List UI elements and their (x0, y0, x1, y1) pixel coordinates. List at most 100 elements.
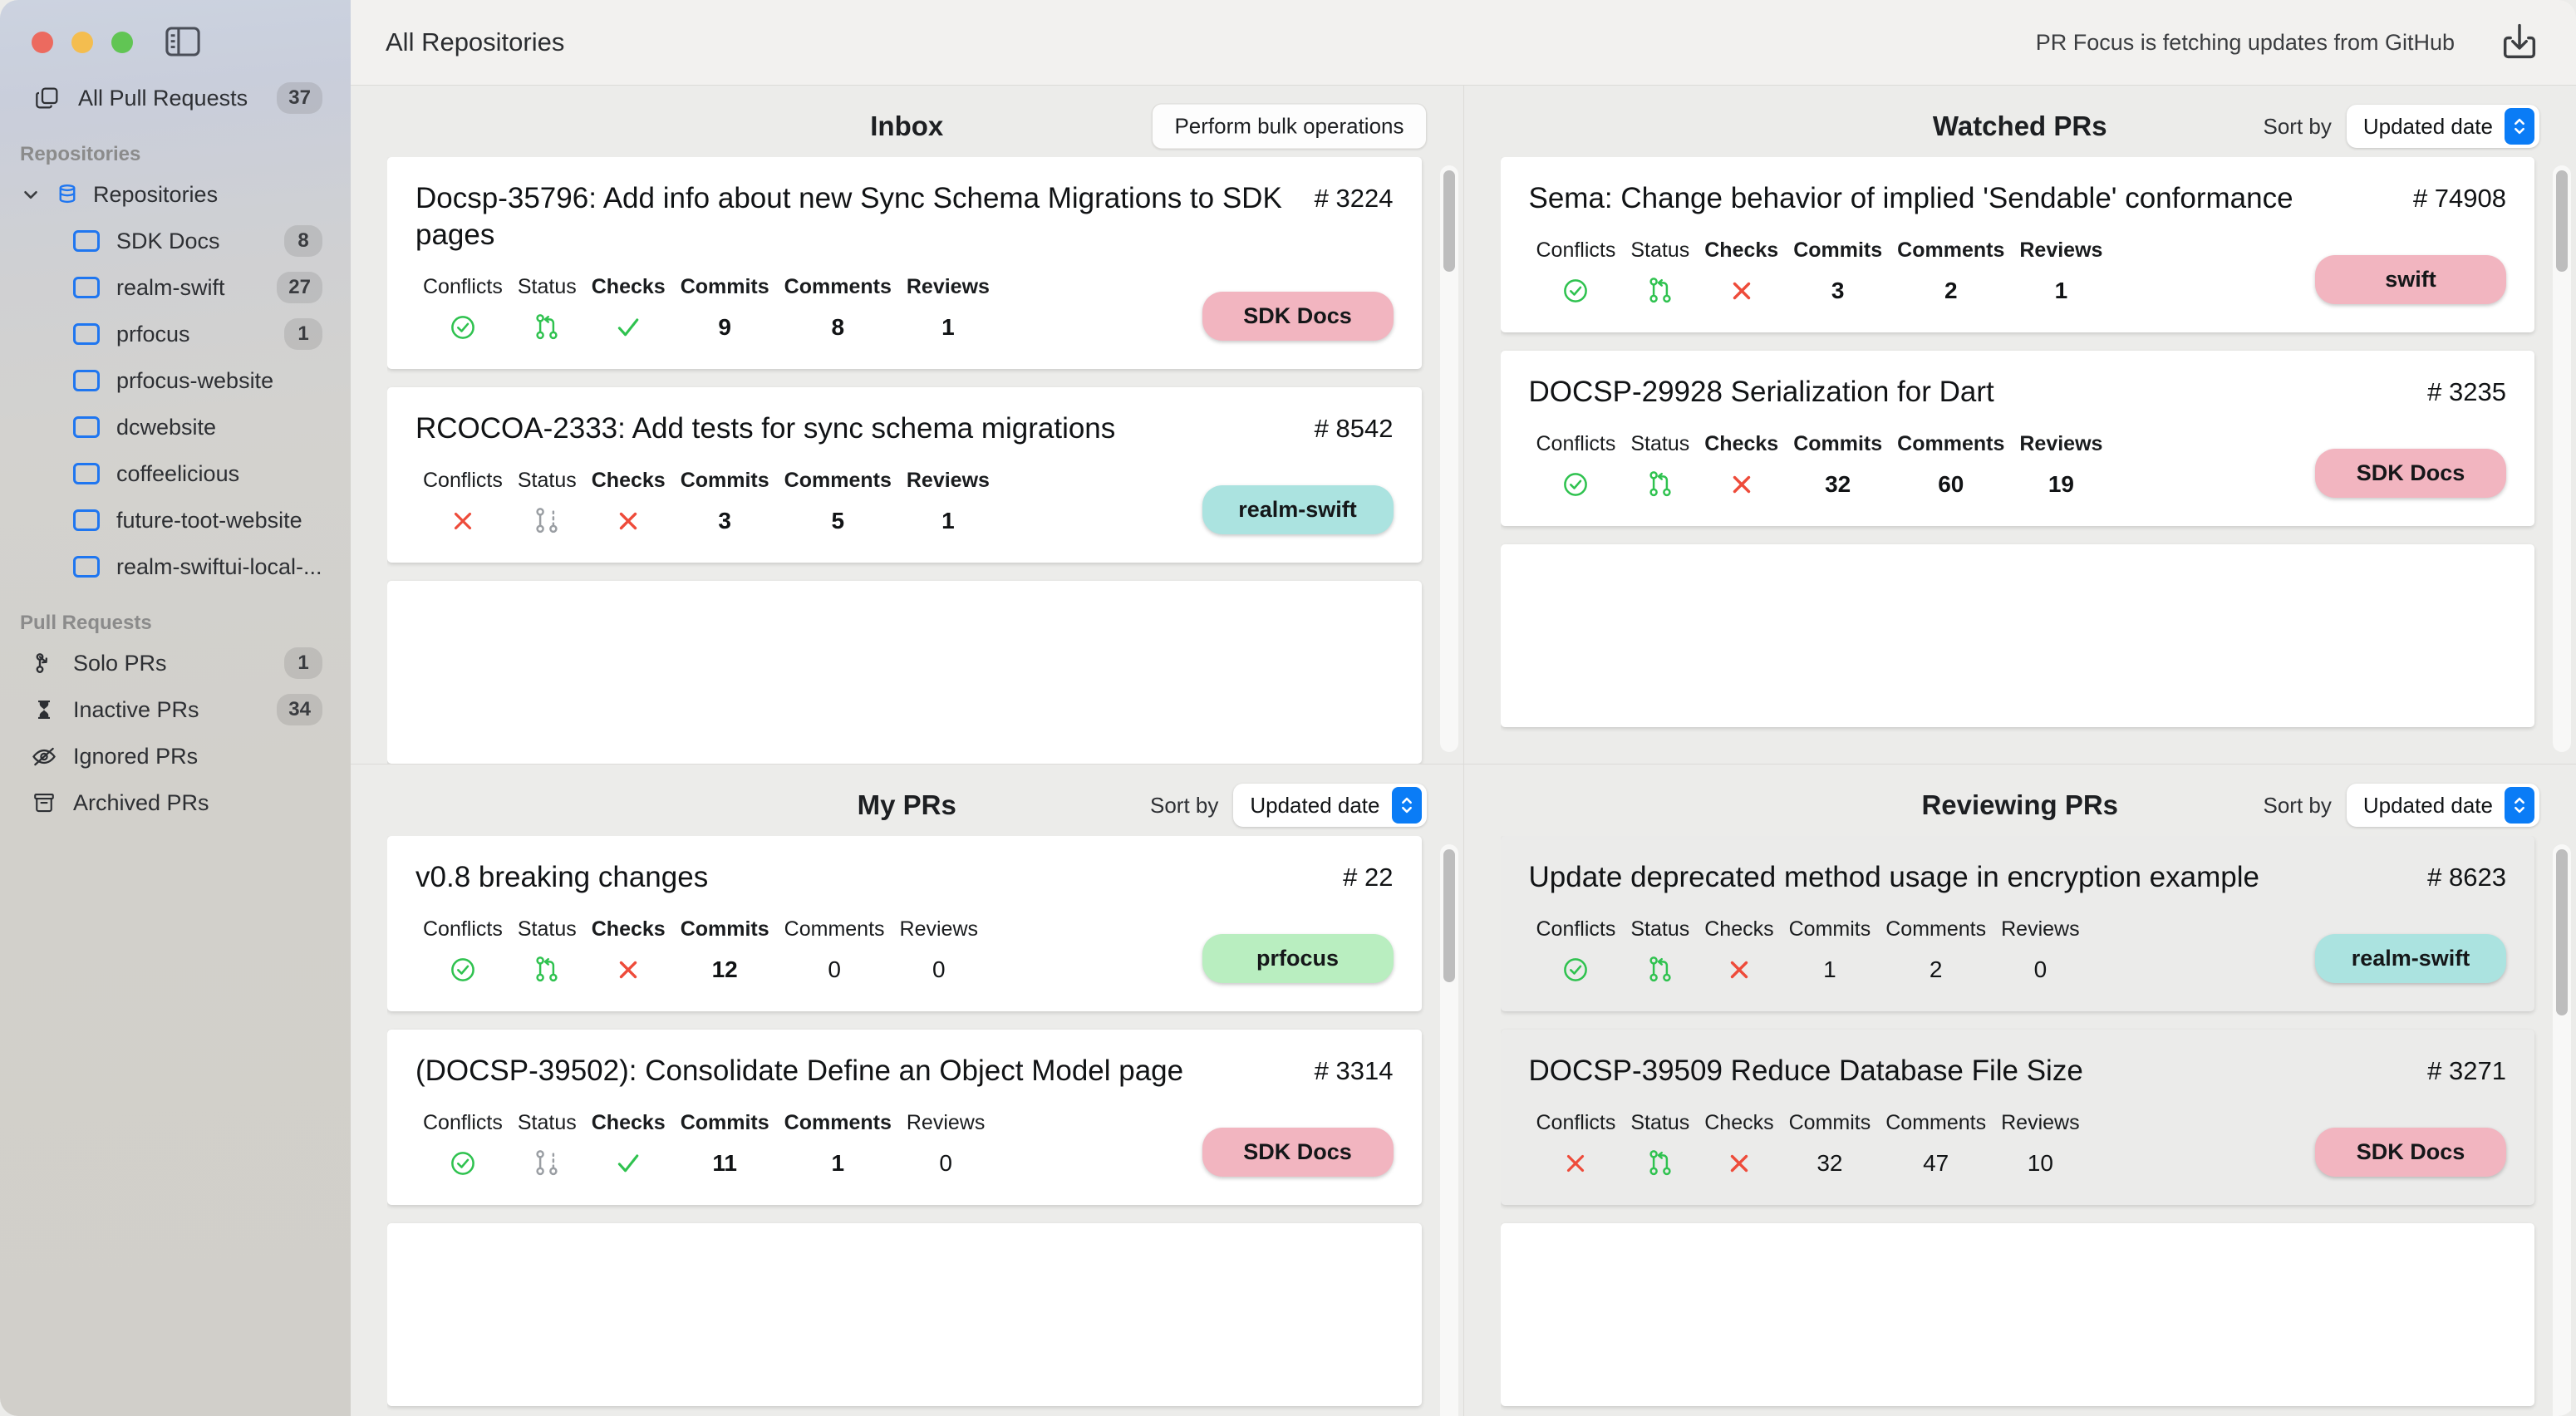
metric-checks: Checks (1697, 917, 1781, 986)
panel-reviewing-list: Update deprecated method usage in encryp… (1464, 836, 2576, 1416)
reviewing-sort-select[interactable]: Updated date (2346, 784, 2539, 828)
panel-reviewing-title: Reviewing PRs (1921, 789, 2119, 821)
metric-status: Status (510, 1111, 584, 1180)
repo-badge[interactable]: SDK Docs (1202, 1128, 1394, 1178)
pr-card[interactable]: DOCSP-29928 Serialization for Dart # 3235… (1500, 351, 2534, 527)
pr-card[interactable]: Sema: Change behavior of implied 'Sendab… (1500, 157, 2534, 333)
pr-number: # 8542 (1314, 414, 1394, 444)
metric-label-comments: Comments (1885, 917, 1987, 942)
sidebar-repo-item[interactable]: coffeelicious (0, 450, 351, 497)
git-branch-icon (30, 649, 58, 677)
pr-card-footer: Conflicts Status Checks Commits 12 Comments 0 R… (415, 917, 1394, 986)
repo-checkbox[interactable] (73, 556, 100, 578)
reviewing-card-scroller[interactable]: Update deprecated method usage in encryp… (1500, 836, 2540, 1416)
sidebar-repo-item[interactable]: prfocus-website (0, 357, 351, 404)
metric-reviews: Reviews 1 (899, 469, 997, 538)
metric-label-status: Status (1630, 238, 1690, 263)
metric-label-checks: Checks (591, 1111, 666, 1135)
pr-state-icon (532, 1147, 562, 1180)
pr-card[interactable]: Update deprecated method usage in encryp… (1500, 836, 2534, 1012)
repo-badge[interactable]: prfocus (1202, 934, 1394, 984)
sidebar-pr-filter-item[interactable]: Solo PRs 1 (0, 640, 351, 686)
metric-status: Status (1623, 238, 1697, 307)
repo-checkbox[interactable] (73, 230, 100, 252)
minimize-window-button[interactable] (71, 32, 93, 53)
repo-checkbox[interactable] (73, 370, 100, 391)
metric-value-commits: 32 (1816, 1150, 1843, 1177)
inbox-scrollbar[interactable] (1439, 165, 1458, 753)
pr-card-partial[interactable] (387, 581, 1422, 765)
pr-card[interactable]: RCOCOA-2333: Add tests for sync schema m… (387, 387, 1422, 563)
metric-conflicts: Conflicts (1529, 432, 1624, 501)
sidebar-toggle-icon[interactable] (165, 25, 201, 58)
pr-card-partial[interactable] (1500, 544, 2534, 728)
my-prs-scrollbar[interactable] (1439, 844, 1458, 1416)
panel-inbox: Inbox Perform bulk operations Docsp-3579… (351, 86, 1464, 765)
my-prs-sort-select[interactable]: Updated date (1233, 784, 1427, 828)
pr-card[interactable]: v0.8 breaking changes # 22 Conflicts Status… (387, 836, 1422, 1012)
watched-sort-select[interactable]: Updated date (2346, 105, 2539, 148)
repo-badge[interactable]: swift (2315, 255, 2506, 305)
repo-checkbox[interactable] (73, 323, 100, 345)
repo-badge[interactable]: SDK Docs (2315, 1128, 2506, 1178)
perform-bulk-operations-button[interactable]: Perform bulk operations (1152, 103, 1427, 150)
reviewing-scrollbar[interactable] (2553, 844, 2571, 1416)
download-icon[interactable] (2498, 21, 2541, 64)
metric-commits: Commits 32 (1786, 432, 1890, 501)
pr-card[interactable]: (DOCSP-39502): Consolidate Define an Obj… (387, 1030, 1422, 1206)
sidebar-pr-filter-item[interactable]: Archived PRs (0, 779, 351, 826)
metric-label-status: Status (517, 275, 577, 299)
my-prs-sort-value: Updated date (1250, 792, 1380, 818)
metric-checks: Checks (1697, 432, 1786, 501)
metric-status: Status (1623, 432, 1697, 501)
repo-badge[interactable]: SDK Docs (2315, 449, 2506, 499)
sidebar-repo-item[interactable]: SDK Docs 8 (0, 218, 351, 264)
pr-card[interactable]: DOCSP-39509 Reduce Database File Size # 3… (1500, 1030, 2534, 1206)
pr-card-partial[interactable] (1500, 1223, 2534, 1407)
sidebar-item-all-pull-requests[interactable]: All Pull Requests 37 (0, 75, 351, 121)
chevron-updown-icon[interactable] (2505, 108, 2534, 145)
pr-card-footer: Conflicts Status Checks Commits 3 Comments 5 Re… (415, 469, 1394, 538)
conflicts-status-icon (448, 953, 478, 986)
sidebar-repo-item[interactable]: dcwebsite (0, 404, 351, 450)
pr-title: Docsp-35796: Add info about new Sync Sch… (415, 182, 1282, 252)
checks-status-icon (614, 311, 642, 344)
chevron-updown-icon[interactable] (1391, 787, 1422, 824)
watched-scrollbar[interactable] (2553, 165, 2571, 753)
pr-card-partial[interactable] (387, 1223, 1422, 1407)
chevron-down-icon[interactable] (20, 184, 42, 205)
metric-label-status: Status (1630, 1111, 1690, 1135)
chevron-updown-icon[interactable] (2505, 787, 2534, 824)
pr-metrics: Conflicts Status Checks Commits 12 Comments 0 R… (415, 917, 986, 986)
repo-checkbox[interactable] (73, 509, 100, 531)
sidebar-repo-count: 27 (277, 272, 322, 303)
repo-checkbox[interactable] (73, 463, 100, 484)
metric-label-commits: Commits (1793, 432, 1883, 456)
pr-card[interactable]: Docsp-35796: Add info about new Sync Sch… (387, 157, 1422, 370)
my-prs-card-scroller[interactable]: v0.8 breaking changes # 22 Conflicts Status… (387, 836, 1427, 1416)
inbox-card-scroller[interactable]: Docsp-35796: Add info about new Sync Sch… (387, 157, 1427, 765)
repo-badge[interactable]: SDK Docs (1202, 292, 1394, 342)
sidebar-repo-item[interactable]: prfocus 1 (0, 311, 351, 357)
sidebar-pr-filter-item[interactable]: Inactive PRs 34 (0, 686, 351, 733)
close-window-button[interactable] (32, 32, 53, 53)
metric-value-comments: 47 (1923, 1150, 1949, 1177)
repo-badge[interactable]: realm-swift (1202, 485, 1394, 535)
metric-value-commits: 11 (712, 1150, 737, 1177)
sidebar-pr-filter-item[interactable]: Ignored PRs (0, 733, 351, 779)
metric-comments: Comments 1 (777, 1111, 899, 1180)
metric-comments: Comments 2 (1878, 917, 1993, 986)
repo-checkbox[interactable] (73, 416, 100, 438)
repo-badge[interactable]: realm-swift (2315, 934, 2506, 984)
hourglass-icon (30, 696, 58, 724)
sidebar-repo-item[interactable]: realm-swiftui-local-... (0, 543, 351, 590)
repo-checkbox[interactable] (73, 277, 100, 298)
sidebar-repo-item[interactable]: realm-swift 27 (0, 264, 351, 311)
sidebar-repo-item[interactable]: future-toot-website (0, 497, 351, 543)
metric-label-checks: Checks (1704, 432, 1779, 456)
watched-card-scroller[interactable]: Sema: Change behavior of implied 'Sendab… (1500, 157, 2540, 764)
panels-row-bottom: My PRs Sort by Updated date v0.8 breakin… (351, 765, 2576, 1416)
sidebar-item-repositories-root[interactable]: Repositories (0, 171, 351, 218)
pr-title: DOCSP-39509 Reduce Database File Size (1528, 1055, 2083, 1088)
zoom-window-button[interactable] (111, 32, 133, 53)
